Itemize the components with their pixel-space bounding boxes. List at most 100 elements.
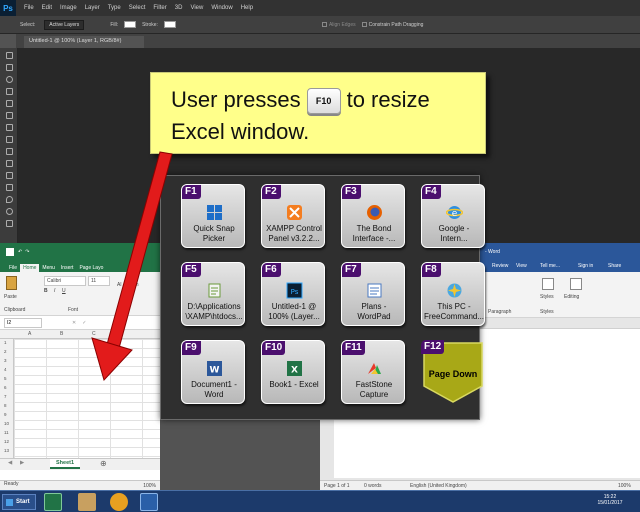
select-dropdown[interactable]: Active Layers xyxy=(44,19,85,30)
number-group-label[interactable]: Num xyxy=(128,282,139,288)
excel-zoom-level[interactable]: 100% xyxy=(143,483,156,489)
tab-view[interactable]: View xyxy=(516,263,527,269)
sheet-next-icon[interactable]: ▶ xyxy=(20,460,24,466)
add-sheet-icon[interactable]: ⊕ xyxy=(100,459,107,468)
menu-type[interactable]: Type xyxy=(108,5,121,11)
column-header-c[interactable]: C xyxy=(92,331,96,337)
pen-tool-icon[interactable] xyxy=(6,220,13,227)
row-header[interactable]: 6 xyxy=(4,385,7,390)
start-button[interactable]: Start xyxy=(2,494,36,510)
fill-swatch[interactable] xyxy=(124,21,137,28)
eraser-tool-icon[interactable] xyxy=(6,172,13,179)
launcher-tile-f2[interactable]: F2 XAMPP Control Panel v3.2.2... xyxy=(261,184,325,248)
sheet-prev-icon[interactable]: ◀ xyxy=(8,460,12,466)
editing-icon[interactable] xyxy=(570,278,582,290)
launcher-tile-f4[interactable]: F4 e Google - Intern... xyxy=(421,184,485,248)
excel-taskbar-icon[interactable] xyxy=(44,493,62,511)
row-header[interactable]: 13 xyxy=(4,448,9,453)
quick-snap-taskbar-icon[interactable] xyxy=(140,493,158,511)
row-header[interactable]: 11 xyxy=(4,430,9,435)
row-header[interactable]: 5 xyxy=(4,376,7,381)
menu-3d[interactable]: 3D xyxy=(175,5,183,11)
menu-window[interactable]: Window xyxy=(211,5,232,11)
eyedropper-tool-icon[interactable] xyxy=(6,112,13,119)
xampp-taskbar-icon[interactable] xyxy=(110,493,128,511)
page-count[interactable]: Page 1 of 1 xyxy=(324,483,350,489)
excel-window[interactable]: ↶ ↷ File Home Menu Insert Page Layo Past… xyxy=(0,243,160,490)
launcher-tile-f5[interactable]: F5 D:\Applications \XAMP\htdocs... xyxy=(181,262,245,326)
gradient-tool-icon[interactable] xyxy=(6,184,13,191)
name-box[interactable]: I2 xyxy=(4,317,42,328)
menu-filter[interactable]: Filter xyxy=(153,5,166,11)
redo-icon[interactable]: ↷ xyxy=(25,249,29,255)
dodge-tool-icon[interactable] xyxy=(6,208,13,215)
align-edges-checkbox[interactable] xyxy=(321,22,327,27)
menu-layer[interactable]: Layer xyxy=(85,5,100,11)
document-tab[interactable]: Untitled-1 @ 100% (Layer 1, RGB/8#) xyxy=(24,36,144,48)
menu-file[interactable]: File xyxy=(24,5,34,11)
row-header[interactable]: 7 xyxy=(4,394,7,399)
menu-view[interactable]: View xyxy=(190,5,203,11)
styles-button[interactable]: Styles xyxy=(540,294,554,300)
cancel-formula-icon[interactable]: ✕ xyxy=(72,320,76,326)
launcher-tile-f6[interactable]: F6 Ps Untitled-1 @ 100% (Layer... xyxy=(261,262,325,326)
column-header-b[interactable]: B xyxy=(60,331,63,337)
italic-button[interactable]: I xyxy=(54,288,55,294)
row-header[interactable]: 2 xyxy=(4,349,7,354)
share-button[interactable]: Share xyxy=(608,263,621,269)
row-header[interactable]: 1 xyxy=(4,340,7,345)
word-zoom-level[interactable]: 100% xyxy=(618,483,631,489)
row-header[interactable]: 9 xyxy=(4,412,7,417)
launcher-tile-f9[interactable]: F9 W Document1 - Word xyxy=(181,340,245,404)
move-tool-icon[interactable] xyxy=(6,52,13,59)
launcher-tile-f8[interactable]: F8 This PC - FreeCommand... xyxy=(421,262,485,326)
stamp-tool-icon[interactable] xyxy=(6,148,13,155)
history-brush-tool-icon[interactable] xyxy=(6,160,13,167)
editing-button[interactable]: Editing xyxy=(564,294,579,300)
word-count[interactable]: 0 words xyxy=(364,483,382,489)
sign-in-link[interactable]: Sign in xyxy=(578,263,593,269)
worksheet-grid[interactable]: A B C 1 2 3 4 5 6 7 8 9 10 11 12 13 xyxy=(0,330,160,459)
launcher-tile-f11[interactable]: F11 FastStone Capture xyxy=(341,340,405,404)
launcher-tile-f12[interactable]: F12 Page Down xyxy=(421,340,485,404)
constrain-option[interactable]: Constrain Path Dragging xyxy=(361,22,423,28)
font-name-select[interactable]: Calibri xyxy=(44,276,86,286)
blur-tool-icon[interactable] xyxy=(6,196,13,203)
cell-area[interactable] xyxy=(14,339,160,459)
tab-home[interactable]: Home xyxy=(20,264,40,272)
app-taskbar-icon[interactable] xyxy=(78,493,96,511)
tab-file[interactable]: File xyxy=(6,264,20,272)
font-size-select[interactable]: 11 xyxy=(88,276,110,286)
excel-titlebar[interactable]: ↶ ↷ xyxy=(0,243,160,261)
bold-button[interactable]: B xyxy=(44,288,48,294)
paste-icon[interactable] xyxy=(6,276,17,290)
quick-select-tool-icon[interactable] xyxy=(6,88,13,95)
sheet-tab[interactable]: Sheet1 xyxy=(50,459,81,469)
row-header[interactable]: 4 xyxy=(4,367,7,372)
marquee-tool-icon[interactable] xyxy=(6,64,13,71)
menu-edit[interactable]: Edit xyxy=(42,5,52,11)
tell-me-box[interactable]: Tell me... xyxy=(540,263,560,269)
stroke-swatch[interactable] xyxy=(163,21,176,28)
alignment-group-label[interactable]: Al xyxy=(117,282,121,288)
lasso-tool-icon[interactable] xyxy=(6,76,13,83)
constrain-checkbox[interactable] xyxy=(361,22,367,27)
tab-review[interactable]: Review xyxy=(492,263,508,269)
launcher-tile-f3[interactable]: F3 The Bond Interface -... xyxy=(341,184,405,248)
crop-tool-icon[interactable] xyxy=(6,100,13,107)
enter-formula-icon[interactable]: ✓ xyxy=(82,320,86,326)
proofing-language[interactable]: English (United Kingdom) xyxy=(410,483,467,489)
row-header[interactable]: 12 xyxy=(4,439,9,444)
healing-tool-icon[interactable] xyxy=(6,124,13,131)
styles-icon[interactable] xyxy=(542,278,554,290)
row-header[interactable]: 3 xyxy=(4,358,7,363)
launcher-tile-f1[interactable]: F1 Quick Snap Picker xyxy=(181,184,245,248)
launcher-tile-f7[interactable]: F7 Plans - WordPad xyxy=(341,262,405,326)
undo-icon[interactable]: ↶ xyxy=(18,249,22,255)
launcher-tile-f10[interactable]: F10 X Book1 - Excel xyxy=(261,340,325,404)
menu-image[interactable]: Image xyxy=(60,5,77,11)
system-tray[interactable]: 15:22 15/01/2017 xyxy=(580,491,640,512)
row-header[interactable]: 10 xyxy=(4,421,9,426)
tab-page-layout[interactable]: Page Layo xyxy=(76,264,106,272)
menu-select[interactable]: Select xyxy=(129,5,146,11)
